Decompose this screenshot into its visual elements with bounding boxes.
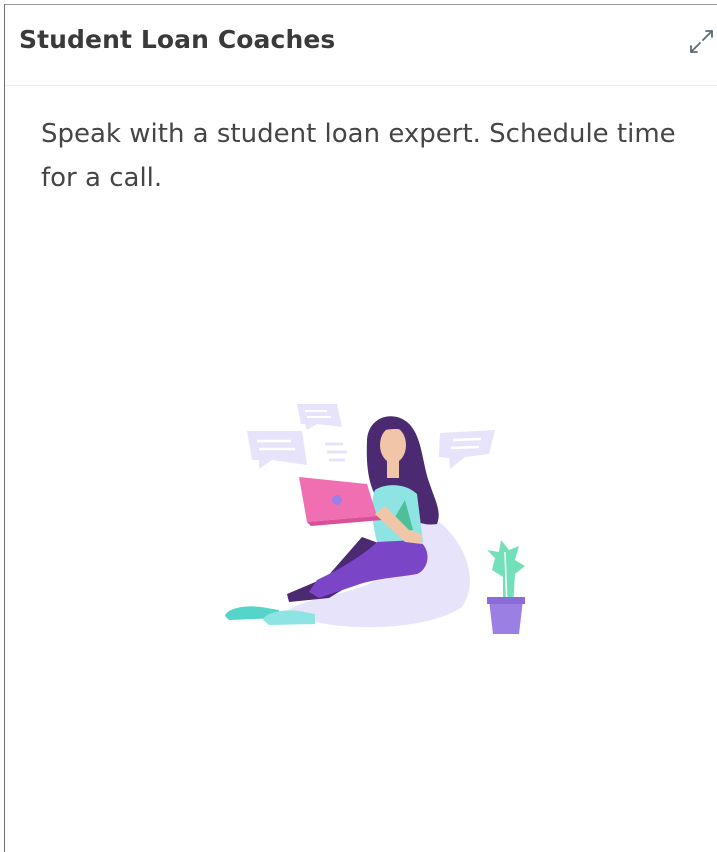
card-description: Speak with a student loan expert. Schedu… [41,119,676,193]
card-title: Student Loan Coaches [19,25,336,54]
card-header: Student Loan Coaches [5,5,717,86]
expand-arrows-icon [690,30,713,53]
expand-button[interactable] [687,27,717,57]
student-loan-coaches-card: Student Loan Coaches Speak with a studen… [4,4,717,852]
card-body: Speak with a student loan expert. Schedu… [5,86,717,852]
woman-with-laptop-illustration [225,404,525,634]
plant-icon [487,540,525,634]
